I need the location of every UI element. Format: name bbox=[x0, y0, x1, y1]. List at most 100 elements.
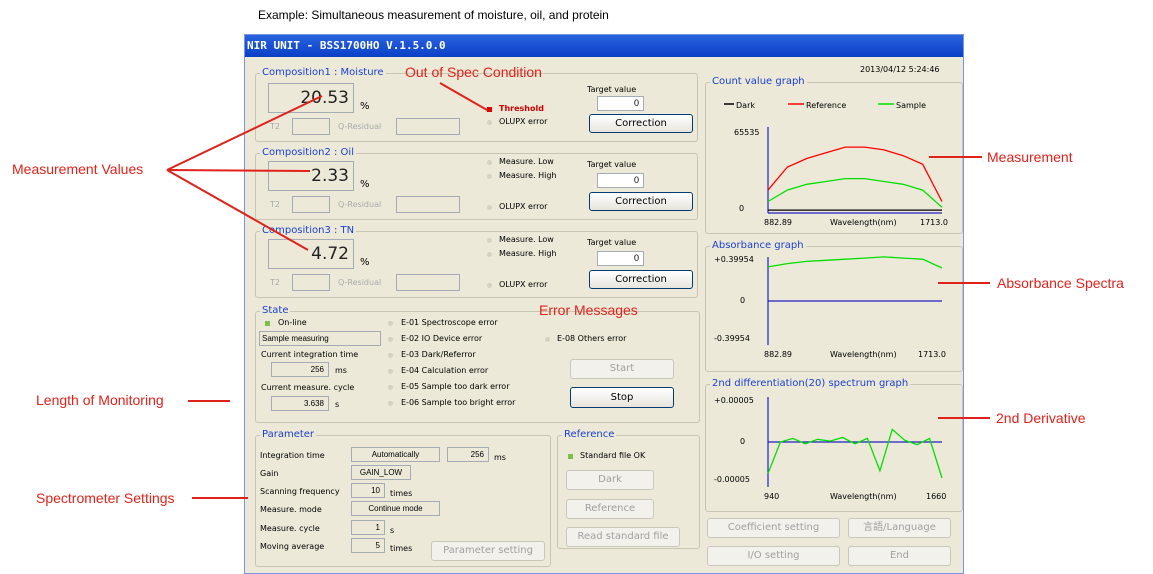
measure-cycle-unit: s bbox=[335, 400, 340, 409]
param-scan-value: 10 bbox=[351, 483, 385, 498]
composition1-q-field bbox=[396, 118, 460, 135]
state-title: State bbox=[260, 305, 291, 316]
correction-button-2[interactable]: Correction bbox=[589, 192, 693, 211]
derivative-graph-group: 2nd differentiation(20) spectrum graph +… bbox=[705, 378, 963, 512]
composition2-t2-field bbox=[292, 196, 330, 213]
target-input-1[interactable]: 0 bbox=[597, 96, 644, 111]
composition2-title: Composition2 : Oil bbox=[260, 147, 356, 158]
derivative-xend: 1660 bbox=[926, 492, 947, 501]
error-e02: E-02 IO Device error bbox=[401, 334, 483, 343]
error-e05: E-05 Sample too dark error bbox=[401, 382, 510, 391]
composition2-group: Composition2 : Oil 2.33 % T2 Q-Residual … bbox=[255, 147, 698, 220]
composition1-q-label: Q-Residual bbox=[338, 122, 382, 131]
derivative-series-0 bbox=[767, 428, 943, 479]
count-xlabel: Wavelength(nm) bbox=[830, 218, 897, 227]
param-integration-unit: ms bbox=[494, 453, 506, 462]
param-integration-value: 256 bbox=[447, 447, 489, 462]
composition1-title: Composition1 : Moisture bbox=[260, 67, 386, 78]
stop-button[interactable]: Stop bbox=[570, 387, 674, 408]
correction-button-3[interactable]: Correction bbox=[589, 270, 693, 289]
annotation-measurement-values: Measurement Values bbox=[12, 161, 144, 177]
high-indicator-2 bbox=[487, 174, 492, 179]
end-button[interactable]: End bbox=[848, 546, 951, 566]
standard-file-indicator bbox=[568, 454, 573, 459]
correction-button-1[interactable]: Correction bbox=[589, 114, 693, 133]
derivative-ymin: -0.00005 bbox=[714, 475, 750, 484]
low-label-3: Measure. Low bbox=[499, 235, 554, 244]
annotation-length-monitoring: Length of Monitoring bbox=[36, 392, 164, 408]
high-indicator-3 bbox=[487, 252, 492, 257]
error-e03: E-03 Dark/Referror bbox=[401, 350, 476, 359]
composition3-group: Composition3 : TN 4.72 % T2 Q-Residual M… bbox=[255, 225, 698, 298]
composition2-q-label: Q-Residual bbox=[338, 200, 382, 209]
composition3-value: 4.72 bbox=[268, 239, 354, 269]
language-button[interactable]: 言語/Language bbox=[848, 518, 951, 538]
parameter-setting-button[interactable]: Parameter setting bbox=[431, 541, 545, 561]
target-label-1: Target value bbox=[587, 85, 637, 94]
target-input-2[interactable]: 0 bbox=[597, 173, 644, 188]
olupx-label-3: OLUPX error bbox=[499, 280, 548, 289]
coefficient-setting-button[interactable]: Coefficient setting bbox=[707, 518, 840, 538]
count-plot bbox=[766, 125, 946, 215]
parameter-title: Parameter bbox=[260, 429, 317, 440]
param-gain-label: Gain bbox=[260, 469, 279, 478]
low-indicator-2 bbox=[487, 160, 492, 165]
target-input-3[interactable]: 0 bbox=[597, 251, 644, 266]
annotation-measurement: Measurement bbox=[987, 149, 1073, 165]
param-scan-unit: times bbox=[390, 489, 413, 498]
annotation-absorbance: Absorbance Spectra bbox=[997, 275, 1124, 291]
legend-sample: Sample bbox=[896, 101, 926, 110]
threshold-indicator bbox=[487, 107, 492, 112]
legend-dark: Dark bbox=[736, 101, 755, 110]
derivative-graph-title: 2nd differentiation(20) spectrum graph bbox=[710, 378, 911, 389]
start-button[interactable]: Start bbox=[570, 359, 674, 379]
count-series-1 bbox=[767, 146, 943, 202]
composition1-t2-label: T2 bbox=[270, 122, 280, 131]
error-indicator-e01 bbox=[388, 321, 393, 326]
param-cycle-label: Measure. cycle bbox=[260, 524, 320, 533]
olupx-indicator-2 bbox=[487, 205, 492, 210]
error-indicator-e04 bbox=[388, 369, 393, 374]
composition1-unit: % bbox=[360, 101, 370, 112]
state-mode: Sample measuring bbox=[259, 331, 381, 346]
dark-button[interactable]: Dark bbox=[566, 470, 654, 490]
caption: Example: Simultaneous measurement of moi… bbox=[258, 8, 609, 22]
absorbance-ymin: -0.39954 bbox=[714, 334, 750, 343]
olupx-label-1: OLUPX error bbox=[499, 117, 548, 126]
derivative-xlabel: Wavelength(nm) bbox=[830, 492, 897, 501]
error-indicator-e06 bbox=[388, 401, 393, 406]
io-setting-button[interactable]: I/O setting bbox=[707, 546, 840, 566]
composition1-group: Composition1 : Moisture 20.53 % T2 Q-Res… bbox=[255, 67, 698, 142]
count-ymin: 0 bbox=[739, 204, 745, 213]
integration-time-value: 256 bbox=[271, 362, 329, 377]
annotation-second-derivative: 2nd Derivative bbox=[996, 410, 1086, 426]
param-mode-label: Measure. mode bbox=[260, 505, 322, 514]
composition2-t2-label: T2 bbox=[270, 200, 280, 209]
error-indicator-e02 bbox=[388, 337, 393, 342]
error-indicator-e03 bbox=[388, 353, 393, 358]
absorbance-zero: 0 bbox=[740, 296, 746, 305]
legend-reference: Reference bbox=[806, 101, 847, 110]
param-avg-value: 5 bbox=[351, 538, 385, 553]
absorbance-graph-title: Absorbance graph bbox=[710, 240, 806, 251]
state-group: State On-line Sample measuring Current i… bbox=[255, 305, 700, 423]
reference-button[interactable]: Reference bbox=[566, 499, 654, 519]
composition2-value: 2.33 bbox=[268, 161, 354, 191]
absorbance-plot bbox=[766, 255, 946, 347]
composition3-q-field bbox=[396, 274, 460, 291]
composition3-q-label: Q-Residual bbox=[338, 278, 382, 287]
high-label-3: Measure. High bbox=[499, 249, 557, 258]
error-indicator-e05 bbox=[388, 385, 393, 390]
target-label-3: Target value bbox=[587, 238, 637, 247]
error-e06: E-06 Sample too bright error bbox=[401, 398, 516, 407]
composition3-unit: % bbox=[360, 257, 370, 268]
error-e04: E-04 Calculation error bbox=[401, 366, 489, 375]
param-avg-unit: times bbox=[390, 544, 413, 553]
param-integration-mode: Automatically bbox=[351, 447, 440, 462]
annotation-spectrometer-settings: Spectrometer Settings bbox=[36, 490, 175, 506]
low-indicator-3 bbox=[487, 238, 492, 243]
integration-time-unit: ms bbox=[335, 366, 347, 375]
online-indicator bbox=[265, 321, 270, 326]
read-standard-file-button[interactable]: Read standard file bbox=[566, 527, 680, 547]
composition2-q-field bbox=[396, 196, 460, 213]
